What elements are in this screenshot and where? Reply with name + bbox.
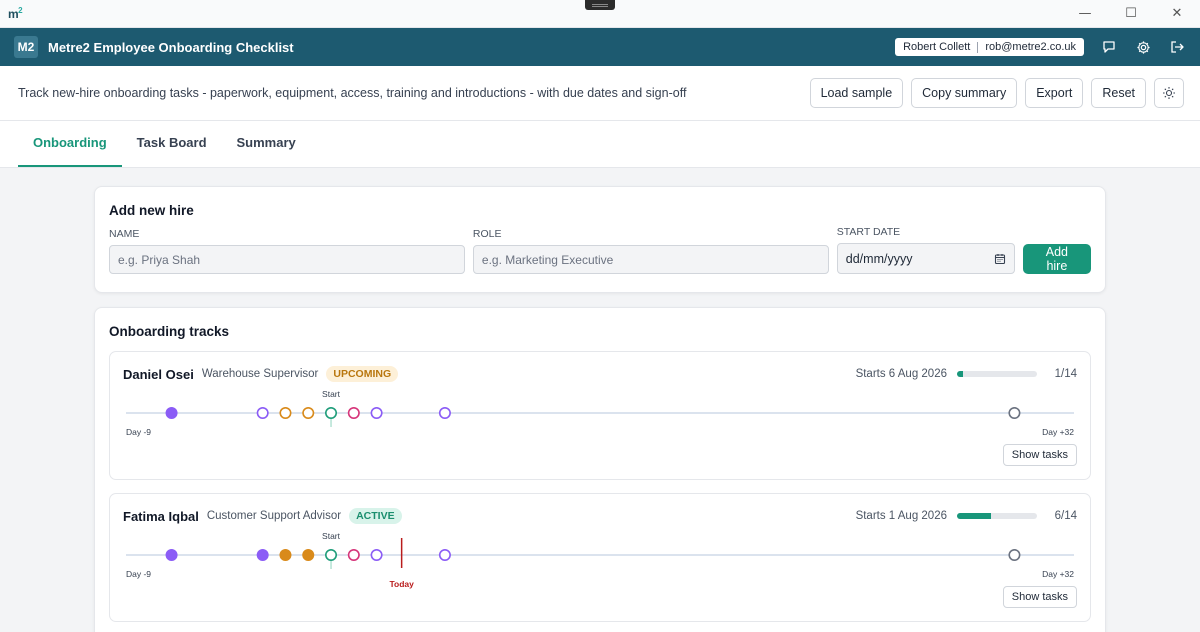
task-count: 6/14: [1054, 510, 1077, 522]
start-date-label: START DATE: [836, 226, 901, 238]
track-card: Daniel Osei Warehouse Supervisor UPCOMIN…: [109, 351, 1091, 480]
task-count: 1/14: [1054, 368, 1077, 380]
task-marker[interactable]: [256, 406, 269, 419]
progress-fill: [957, 371, 963, 377]
chat-icon[interactable]: [1100, 38, 1118, 56]
today-label: Today: [389, 579, 414, 589]
day-min-label: Day -9: [126, 427, 151, 437]
task-marker[interactable]: [325, 548, 338, 561]
task-marker[interactable]: [1008, 406, 1021, 419]
page-description: Track new-hire onboarding tasks - paperw…: [18, 86, 687, 100]
track-card: Fatima Iqbal Customer Support Advisor AC…: [109, 493, 1091, 622]
sub-header: Track new-hire onboarding tasks - paperw…: [0, 66, 1200, 121]
day-max-label: Day +32: [1042, 427, 1074, 437]
onboarding-tracks-card: Onboarding tracks Daniel Osei Warehouse …: [94, 307, 1106, 632]
close-icon: ✕: [1171, 6, 1183, 21]
user-pill[interactable]: Robert Collett rob@metre2.co.uk: [895, 38, 1084, 56]
add-hire-card: Add new hire NAME ROLE START DATE dd/mm/…: [94, 186, 1106, 293]
task-marker[interactable]: [438, 548, 451, 561]
task-marker[interactable]: [438, 406, 451, 419]
show-tasks-button[interactable]: Show tasks: [1002, 444, 1077, 466]
start-date-input[interactable]: dd/mm/yyyy: [836, 243, 1015, 274]
sun-icon: [1163, 87, 1175, 99]
status-badge: ACTIVE: [349, 508, 402, 524]
window-logo: m2: [8, 6, 23, 21]
hire-role: Warehouse Supervisor: [201, 368, 319, 380]
tab-bar: Onboarding Task Board Summary: [0, 121, 1200, 168]
task-marker[interactable]: [1008, 548, 1021, 561]
timeline: Start Day -9 Day +32: [126, 389, 1074, 437]
role-input[interactable]: [472, 245, 829, 274]
minimize-icon: —: [1078, 6, 1092, 21]
window-titlebar: m2 — ☐ ✕: [0, 0, 1200, 28]
task-marker[interactable]: [302, 548, 315, 561]
export-button[interactable]: Export: [1025, 78, 1084, 108]
tracks-title: Onboarding tracks: [109, 324, 230, 339]
main-content: Add new hire NAME ROLE START DATE dd/mm/…: [0, 168, 1200, 632]
start-label: Start: [322, 389, 341, 399]
add-hire-title: Add new hire: [109, 203, 194, 218]
task-marker[interactable]: [279, 406, 292, 419]
start-date-text: Starts 1 Aug 2026: [855, 510, 947, 522]
maximize-icon: ☐: [1125, 6, 1137, 21]
task-marker[interactable]: [370, 406, 383, 419]
app-header: M2 Metre2 Employee Onboarding Checklist …: [0, 28, 1200, 66]
user-separator: [977, 41, 979, 53]
role-label: ROLE: [472, 228, 502, 240]
drag-handle[interactable]: [585, 0, 615, 10]
user-name: Robert Collett: [903, 41, 971, 53]
progress-bar: [957, 513, 1037, 519]
task-marker[interactable]: [279, 548, 292, 561]
reset-button[interactable]: Reset: [1091, 78, 1146, 108]
task-marker[interactable]: [370, 548, 383, 561]
user-email: rob@metre2.co.uk: [985, 41, 1076, 53]
name-label: NAME: [109, 228, 140, 240]
hire-name: Daniel Osei: [123, 366, 194, 382]
start-label: Start: [322, 531, 341, 541]
task-marker[interactable]: [325, 406, 338, 419]
timeline: Start Today Day -9 Day +32: [126, 531, 1074, 589]
tab-onboarding[interactable]: Onboarding: [18, 120, 122, 167]
hire-role: Customer Support Advisor: [206, 510, 342, 522]
task-marker[interactable]: [165, 406, 178, 419]
load-sample-button[interactable]: Load sample: [809, 78, 904, 108]
task-marker[interactable]: [165, 548, 178, 561]
task-marker[interactable]: [302, 406, 315, 419]
theme-toggle-button[interactable]: [1154, 78, 1184, 108]
date-placeholder: dd/mm/yyyy: [845, 251, 913, 266]
copy-summary-button[interactable]: Copy summary: [911, 78, 1018, 108]
progress-bar: [957, 371, 1037, 377]
show-tasks-button[interactable]: Show tasks: [1002, 586, 1077, 608]
app-badge: M2: [14, 36, 38, 58]
add-hire-button[interactable]: Add hire: [1022, 244, 1091, 274]
status-badge: UPCOMING: [326, 366, 399, 382]
start-date-text: Starts 6 Aug 2026: [855, 368, 947, 380]
progress-fill: [957, 513, 992, 519]
task-marker[interactable]: [256, 548, 269, 561]
app-title: Metre2 Employee Onboarding Checklist: [48, 39, 294, 55]
day-max-label: Day +32: [1042, 569, 1074, 579]
tab-task-board[interactable]: Task Board: [122, 120, 222, 167]
task-marker[interactable]: [347, 548, 360, 561]
day-min-label: Day -9: [126, 569, 151, 579]
minimize-button[interactable]: —: [1062, 0, 1108, 28]
logout-icon[interactable]: [1168, 38, 1186, 56]
hire-name: Fatima Iqbal: [123, 508, 199, 524]
gear-icon[interactable]: [1134, 38, 1152, 56]
close-button[interactable]: ✕: [1154, 0, 1200, 28]
tab-summary[interactable]: Summary: [222, 120, 311, 167]
task-marker[interactable]: [347, 406, 360, 419]
calendar-icon[interactable]: [994, 253, 1006, 265]
name-input[interactable]: [109, 245, 465, 274]
maximize-button[interactable]: ☐: [1108, 0, 1154, 28]
